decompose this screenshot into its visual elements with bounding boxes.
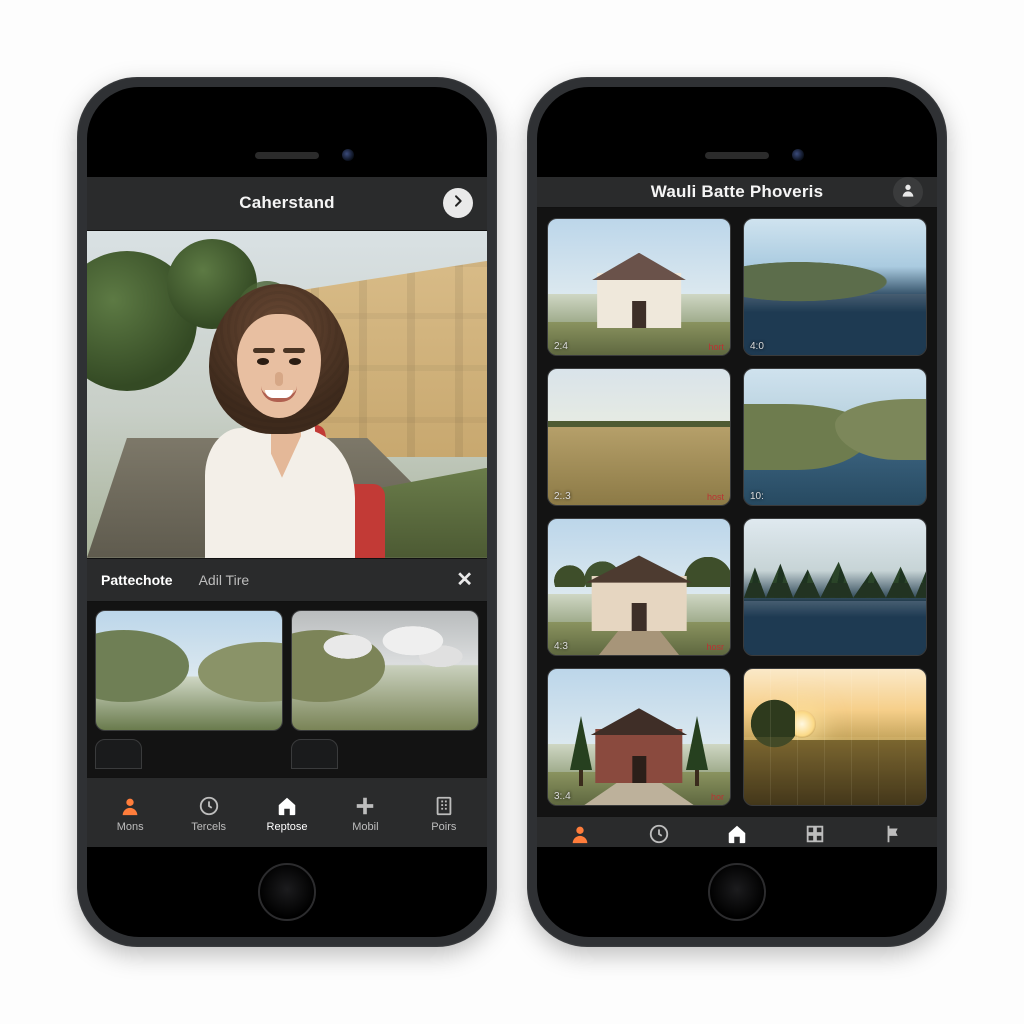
- person-icon: [569, 823, 591, 845]
- thumb-left-2[interactable]: [291, 610, 479, 731]
- tabbar-left-item-mons[interactable]: Mons: [91, 784, 169, 843]
- thumb-r1[interactable]: 2:4 hort: [547, 218, 731, 356]
- clock-icon: [198, 795, 220, 817]
- tabbar-left-label-0: Mons: [117, 821, 144, 833]
- header-title-right: Wauli Batte Phoveris: [651, 182, 823, 202]
- grid-icon: [804, 823, 826, 845]
- thumb-grid-left: [87, 602, 487, 777]
- phone-left-bottom: [87, 847, 487, 937]
- screen-left: Caherstand: [87, 177, 487, 847]
- flag-icon: [883, 823, 905, 845]
- tabbar-right-item-poptose[interactable]: Poptose: [698, 823, 776, 847]
- thumb-r8[interactable]: [743, 668, 927, 806]
- thumb-meta-r-6: hor: [711, 792, 724, 802]
- tabbar-left-label-1: Tercels: [191, 821, 226, 833]
- speaker-slot: [705, 152, 769, 159]
- hero-photo[interactable]: [87, 231, 487, 558]
- front-camera: [792, 149, 804, 161]
- portrait-subject: [165, 278, 375, 558]
- thumb-r3[interactable]: 2:.3 host: [547, 368, 731, 506]
- header-title-left: Caherstand: [239, 193, 335, 213]
- header-bar-right: Wauli Batte Phoveris: [537, 177, 937, 208]
- thumb-meta-l-2: 2:.3: [554, 491, 571, 502]
- tabbar-right-item-phore[interactable]: Phore: [619, 823, 697, 847]
- thumb-meta-l-4: 4:3: [554, 641, 568, 652]
- thumb-meta-r-4: hosr: [706, 642, 724, 652]
- thumb-left-3[interactable]: [95, 739, 142, 769]
- phone-left-chassis: Caherstand: [77, 77, 497, 947]
- tabbar-left-item-reptose[interactable]: Reptose: [248, 784, 326, 843]
- close-button[interactable]: [101, 188, 131, 218]
- thumb-r6[interactable]: [743, 518, 927, 656]
- tabbar-left: Mons Tercels Reptose: [87, 777, 487, 847]
- thumb-meta-l-1: 4:0: [750, 341, 764, 352]
- thumb-meta-r-0: hort: [708, 342, 724, 352]
- tabbar-left-label-4: Poirs: [431, 821, 456, 833]
- phone-right-top: [537, 87, 937, 177]
- plus-icon: [354, 795, 376, 817]
- thumb-left-1[interactable]: [95, 610, 283, 731]
- phone-right-inner: Wauli Batte Phoveris 2:4 hort: [537, 87, 937, 937]
- section-bar: Pattechote Adil Tire ✕: [87, 558, 487, 602]
- phone-right-bottom: [537, 847, 937, 937]
- tabbar-left-item-poirs[interactable]: Poirs: [405, 784, 483, 843]
- tabbar-right-item-noits[interactable]: Noits: [855, 823, 933, 847]
- x-icon: ✕: [456, 569, 473, 591]
- thumb-meta-l-0: 2:4: [554, 341, 568, 352]
- thumb-meta-l-6: 3:.4: [554, 791, 571, 802]
- thumb-grid-right: 2:4 hort 4:0 2:.3 host: [537, 208, 937, 816]
- tab-pattechote[interactable]: Pattechote: [101, 572, 173, 588]
- thumb-r4[interactable]: 10:: [743, 368, 927, 506]
- chevron-right-icon: [450, 193, 466, 214]
- tabbar-left-label-3: Mobil: [352, 821, 378, 833]
- tabbar-right: Pare Phore Poptose: [537, 816, 937, 847]
- forward-button[interactable]: [443, 188, 473, 218]
- tabbar-right-item-addi[interactable]: Addi 2: [776, 823, 854, 847]
- thumb-r2[interactable]: 4:0: [743, 218, 927, 356]
- dismiss-section-button[interactable]: ✕: [456, 567, 473, 592]
- menu-button[interactable]: [551, 177, 581, 207]
- tabbar-left-item-mobil[interactable]: Mobil: [326, 784, 404, 843]
- home-icon: [726, 823, 748, 845]
- speaker-slot: [255, 152, 319, 159]
- front-camera: [342, 149, 354, 161]
- thumb-left-4[interactable]: [291, 739, 338, 769]
- home-button-right[interactable]: [708, 863, 766, 921]
- thumb-meta-r-2: host: [707, 492, 724, 502]
- thumb-meta-l-3: 10:: [750, 491, 764, 502]
- person-icon: [119, 795, 141, 817]
- header-bar-left: Caherstand: [87, 177, 487, 231]
- profile-button[interactable]: [893, 177, 923, 207]
- phone-left-top: [87, 87, 487, 177]
- person-icon: [900, 182, 916, 203]
- section-tabs: Pattechote Adil Tire: [101, 572, 249, 588]
- thumb-r5[interactable]: 4:3 hosr: [547, 518, 731, 656]
- phone-left-inner: Caherstand: [87, 87, 487, 937]
- tabbar-left-item-tercels[interactable]: Tercels: [169, 784, 247, 843]
- clock-icon: [648, 823, 670, 845]
- screen-right: Wauli Batte Phoveris 2:4 hort: [537, 177, 937, 847]
- phone-right-chassis: Wauli Batte Phoveris 2:4 hort: [527, 77, 947, 947]
- tabbar-left-label-2: Reptose: [267, 821, 308, 833]
- building-icon: [433, 795, 455, 817]
- home-icon: [276, 795, 298, 817]
- home-button-left[interactable]: [258, 863, 316, 921]
- tabbar-right-item-pare[interactable]: Pare: [541, 823, 619, 847]
- thumb-r7[interactable]: 3:.4 hor: [547, 668, 731, 806]
- tab-adil-tire[interactable]: Adil Tire: [199, 572, 250, 588]
